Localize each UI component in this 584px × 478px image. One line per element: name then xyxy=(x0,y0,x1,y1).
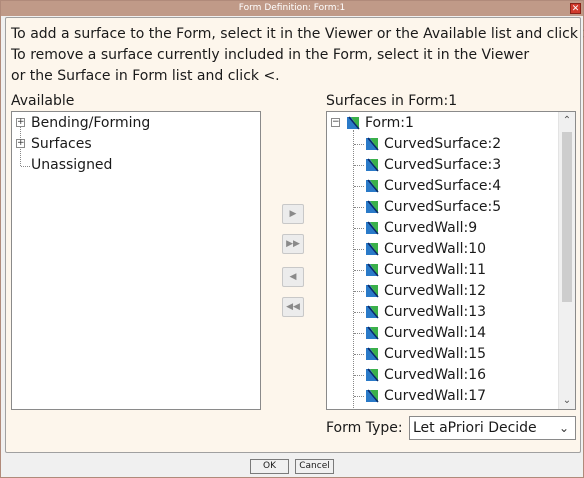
add-button[interactable]: ▶ xyxy=(282,204,304,224)
surface-list-item[interactable]: CurvedSurface:2 xyxy=(384,134,501,155)
tree-guide xyxy=(354,228,364,229)
expand-icon[interactable]: + xyxy=(16,118,25,127)
surface-icon xyxy=(366,284,379,298)
available-item-bending-forming[interactable]: Bending/Forming xyxy=(31,113,150,134)
tree-guide xyxy=(354,291,364,292)
surface-icon xyxy=(366,347,379,361)
surface-icon xyxy=(366,263,379,277)
surface-list-item[interactable]: CurvedWall:16 xyxy=(384,365,486,386)
window-title: Form Definition: Form:1 xyxy=(238,3,346,13)
tree-guide xyxy=(354,312,364,313)
surface-icon xyxy=(366,158,379,172)
surface-icon xyxy=(366,137,379,151)
tree-guide xyxy=(354,375,364,376)
surface-list-item[interactable]: CurvedWall:11 xyxy=(384,260,486,281)
expand-icon[interactable]: + xyxy=(16,139,25,148)
vertical-scrollbar[interactable]: ⌃ ⌄ xyxy=(558,112,575,409)
instruction-line: To add a surface to the Form, select it … xyxy=(11,26,584,42)
tree-guide xyxy=(354,354,364,355)
form-type-select[interactable]: Let aPriori Decide ⌄ xyxy=(409,416,576,440)
form-icon xyxy=(347,116,360,130)
surfaces-in-form-label: Surfaces in Form:1 xyxy=(326,93,458,109)
surface-icon xyxy=(366,368,379,382)
surface-list-item[interactable]: CurvedWall:13 xyxy=(384,302,486,323)
surface-icon xyxy=(366,305,379,319)
surface-list-item[interactable]: CurvedWall:14 xyxy=(384,323,486,344)
scroll-thumb[interactable] xyxy=(562,132,572,302)
form-type-value: Let aPriori Decide xyxy=(413,420,537,436)
collapse-icon[interactable]: − xyxy=(331,118,340,127)
title-bar[interactable]: Form Definition: Form:1 xyxy=(1,1,583,16)
available-list[interactable]: + Bending/Forming + Surfaces Unassigned xyxy=(11,111,261,410)
cancel-button[interactable]: Cancel xyxy=(295,459,334,474)
surface-list-item[interactable]: CurvedWall:17 xyxy=(384,386,486,407)
available-item-unassigned[interactable]: Unassigned xyxy=(31,155,112,176)
surfaces-in-form-list[interactable]: − Form:1 CurvedSurface:2 CurvedSurface:3 C… xyxy=(326,111,576,410)
surface-list-item[interactable]: CurvedWall:12 xyxy=(384,281,486,302)
scroll-down-icon[interactable]: ⌄ xyxy=(559,392,575,409)
instructions: To add a surface to the Form, select it … xyxy=(11,24,584,87)
tree-guide xyxy=(354,207,364,208)
available-label: Available xyxy=(11,93,75,109)
surface-icon xyxy=(366,200,379,214)
ok-button[interactable]: OK xyxy=(250,459,289,474)
instruction-line: To remove a surface currently included i… xyxy=(11,47,530,63)
form-type-label: Form Type: xyxy=(326,420,403,436)
form-root[interactable]: Form:1 xyxy=(365,113,414,134)
surface-list-item[interactable]: CurvedWall:15 xyxy=(384,344,486,365)
chevron-down-icon: ⌄ xyxy=(558,421,569,435)
close-icon[interactable]: ✕ xyxy=(570,3,581,14)
surface-list-item[interactable]: CurvedSurface:4 xyxy=(384,176,501,197)
tree-guide xyxy=(354,144,364,145)
scroll-up-icon[interactable]: ⌃ xyxy=(559,112,575,129)
surface-list-item[interactable]: CurvedSurface:5 xyxy=(384,197,501,218)
add-all-button[interactable]: ▶▶ xyxy=(282,234,304,254)
tree-guide xyxy=(354,396,364,397)
surface-icon xyxy=(366,389,379,403)
tree-guide xyxy=(354,270,364,271)
surface-icon xyxy=(366,326,379,340)
tree-guide xyxy=(354,333,364,334)
remove-all-button[interactable]: ◀◀ xyxy=(282,297,304,317)
available-item-surfaces[interactable]: Surfaces xyxy=(31,134,92,155)
surface-list-item[interactable]: CurvedWall:10 xyxy=(384,239,486,260)
tree-guide xyxy=(354,165,364,166)
remove-button[interactable]: ◀ xyxy=(282,267,304,287)
instruction-line: or the Surface in Form list and click <. xyxy=(11,68,280,84)
tree-guide xyxy=(21,166,30,167)
surface-icon xyxy=(366,242,379,256)
surface-icon xyxy=(366,179,379,193)
tree-guide xyxy=(354,186,364,187)
surface-icon xyxy=(366,221,379,235)
surface-list-item[interactable]: CurvedWall:9 xyxy=(384,218,477,239)
dialog-panel: To add a surface to the Form, select it … xyxy=(5,17,584,453)
form-definition-dialog: Form Definition: Form:1 ✕ To add a surfa… xyxy=(0,0,584,478)
tree-guide xyxy=(354,249,364,250)
surface-list-item[interactable]: CurvedSurface:3 xyxy=(384,155,501,176)
